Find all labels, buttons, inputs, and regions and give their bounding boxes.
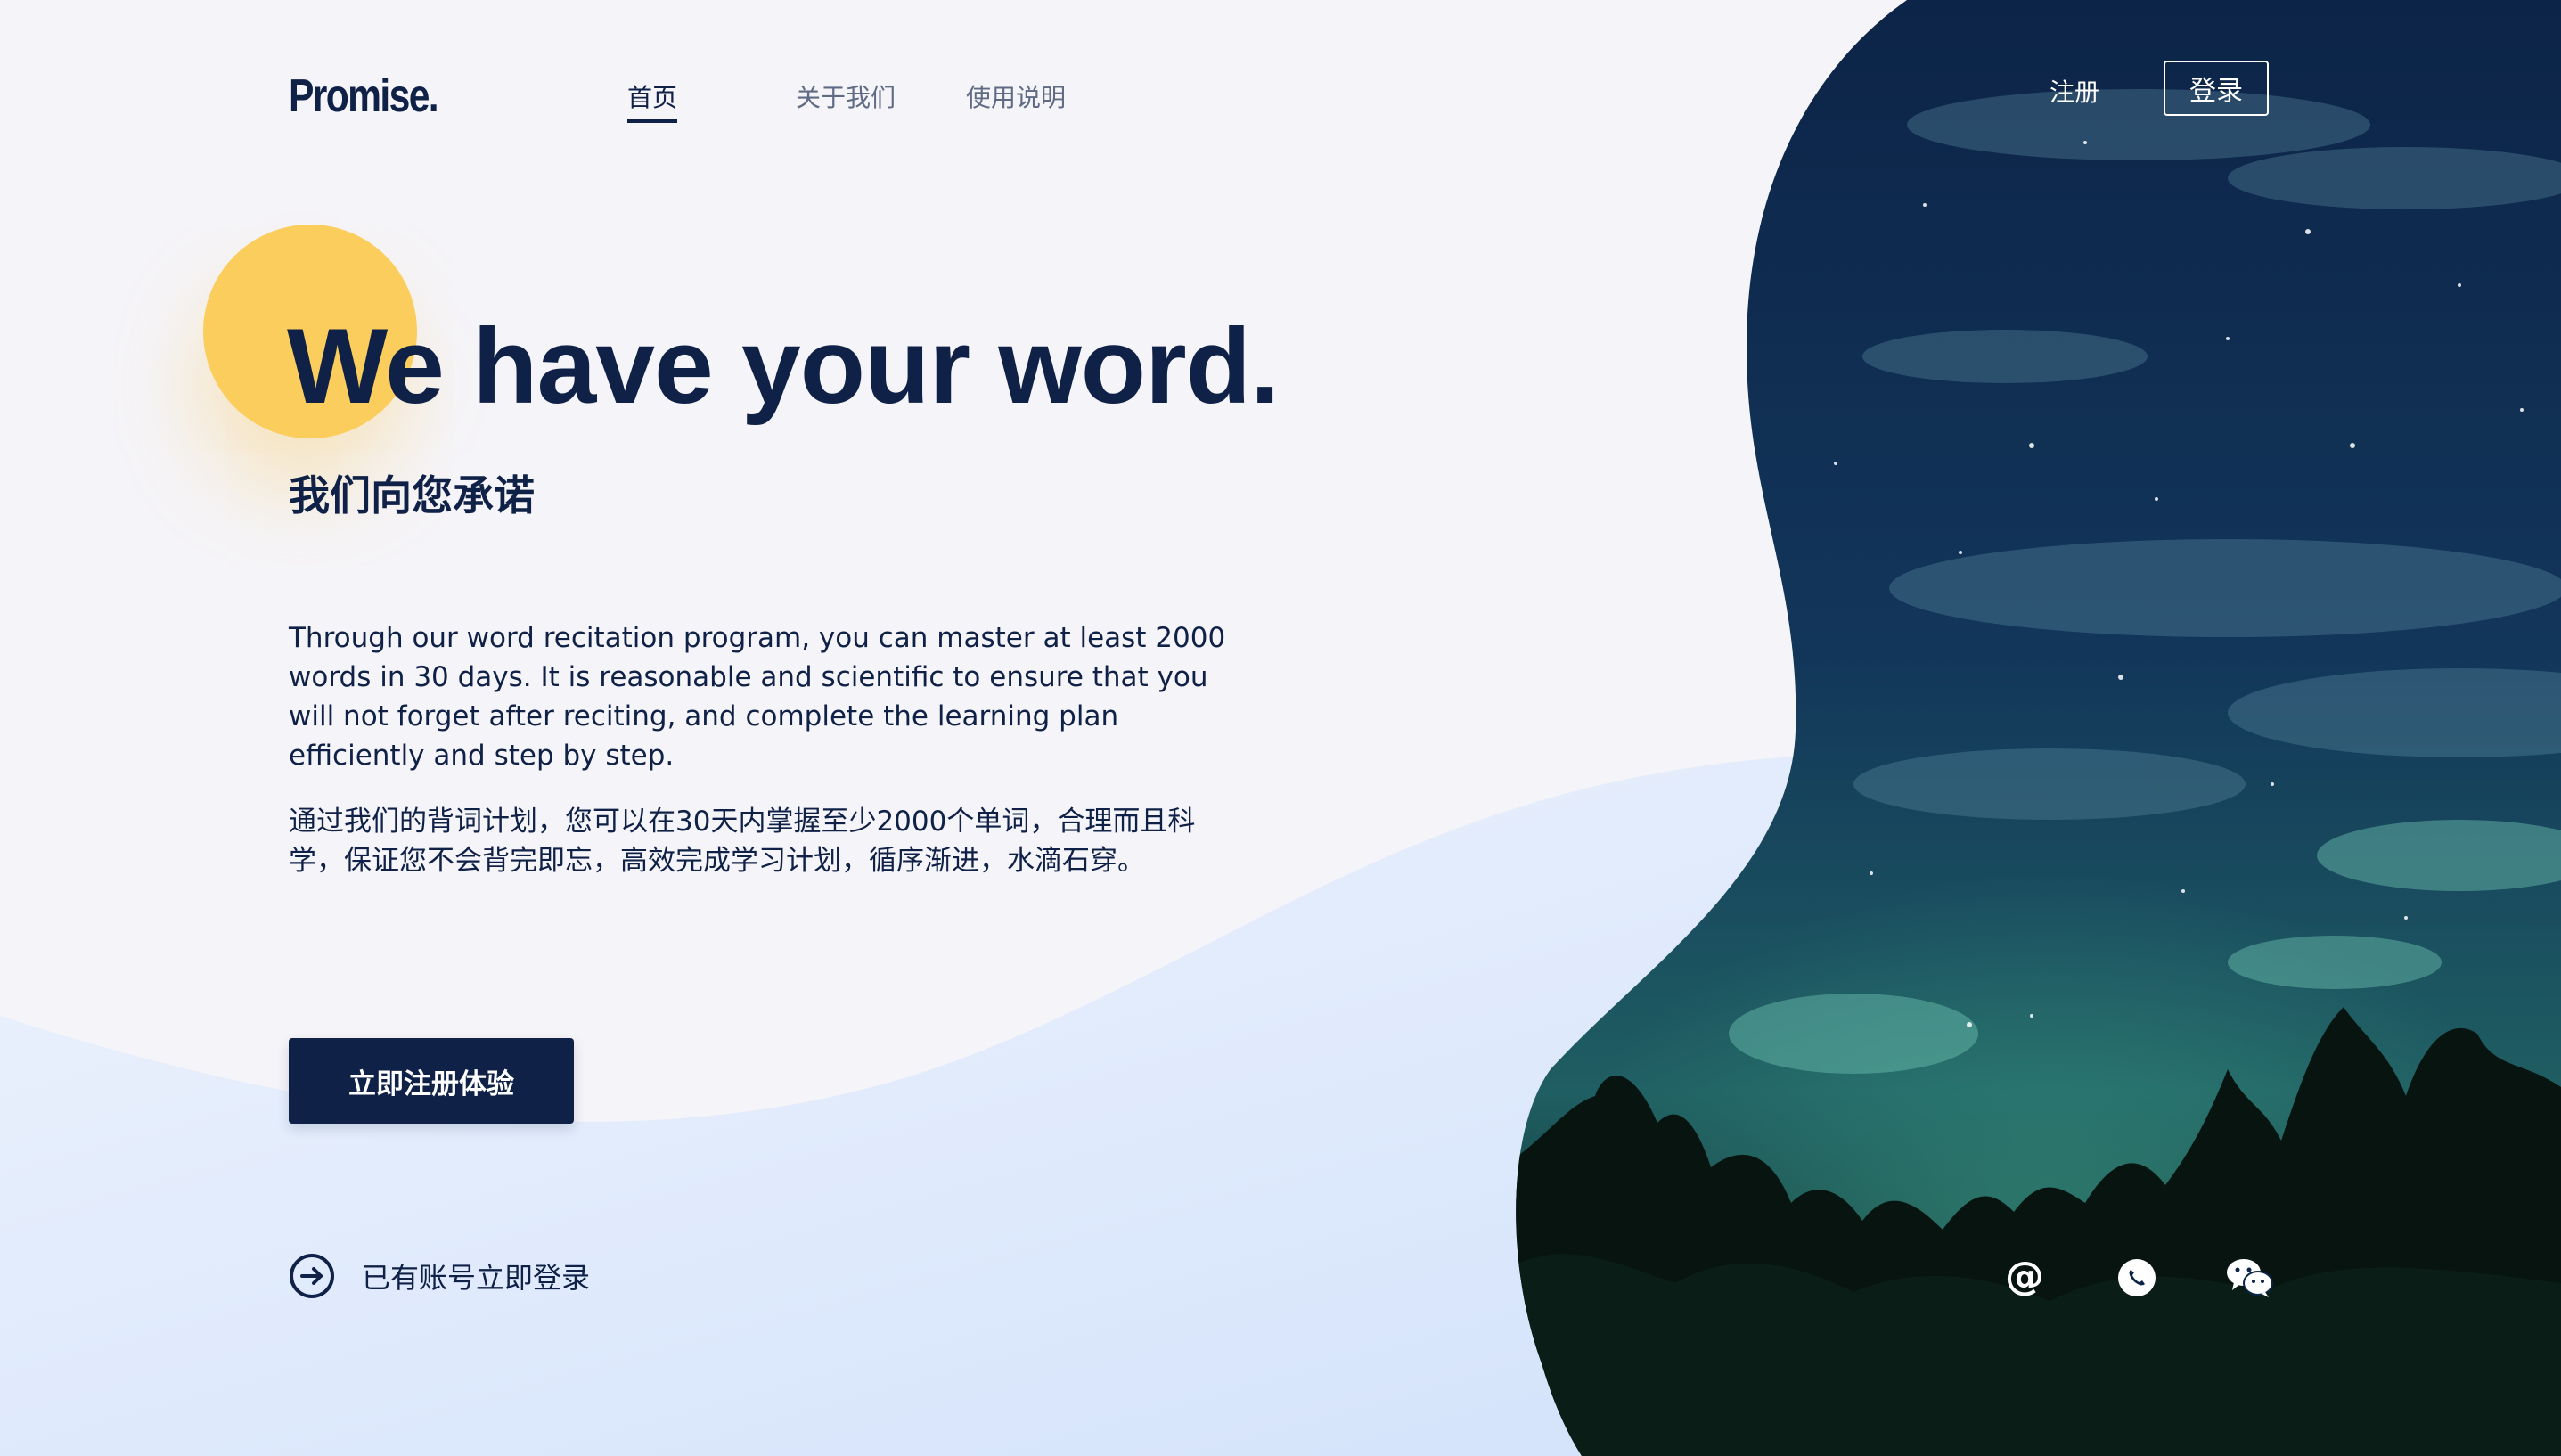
- wechat-icon[interactable]: [2225, 1256, 2275, 1299]
- register-cta-button[interactable]: 立即注册体验: [289, 1038, 574, 1124]
- arrow-circle-right-icon: [289, 1253, 335, 1299]
- nav-item-instructions[interactable]: 使用说明: [966, 78, 1066, 114]
- existing-account-login-link[interactable]: 已有账号立即登录: [289, 1253, 590, 1299]
- hero-description-zh: 通过我们的背词计划，您可以在30天内掌握至少2000个单词，合理而且科学，保证您…: [289, 806, 1196, 877]
- landing-page: Promise. 首页 关于我们 使用说明 注册 登录 We have your…: [0, 0, 2561, 1456]
- nav-item-about[interactable]: 关于我们: [796, 78, 896, 114]
- svg-text:@: @: [2005, 1256, 2044, 1299]
- at-icon[interactable]: @: [2003, 1256, 2046, 1299]
- phone-icon[interactable]: [2115, 1256, 2158, 1299]
- nav-item-home[interactable]: 首页: [627, 78, 678, 123]
- brand-logo[interactable]: Promise.: [289, 70, 439, 123]
- hero-description-en: Through our word recitation program, you…: [289, 622, 1226, 772]
- hero-subheadline: 我们向您承诺: [289, 471, 535, 519]
- login-link-label: 已有账号立即登录: [362, 1261, 591, 1295]
- register-link[interactable]: 注册: [2050, 73, 2099, 109]
- login-button[interactable]: 登录: [2164, 61, 2269, 116]
- hero-headline: We have your word.: [287, 307, 1280, 426]
